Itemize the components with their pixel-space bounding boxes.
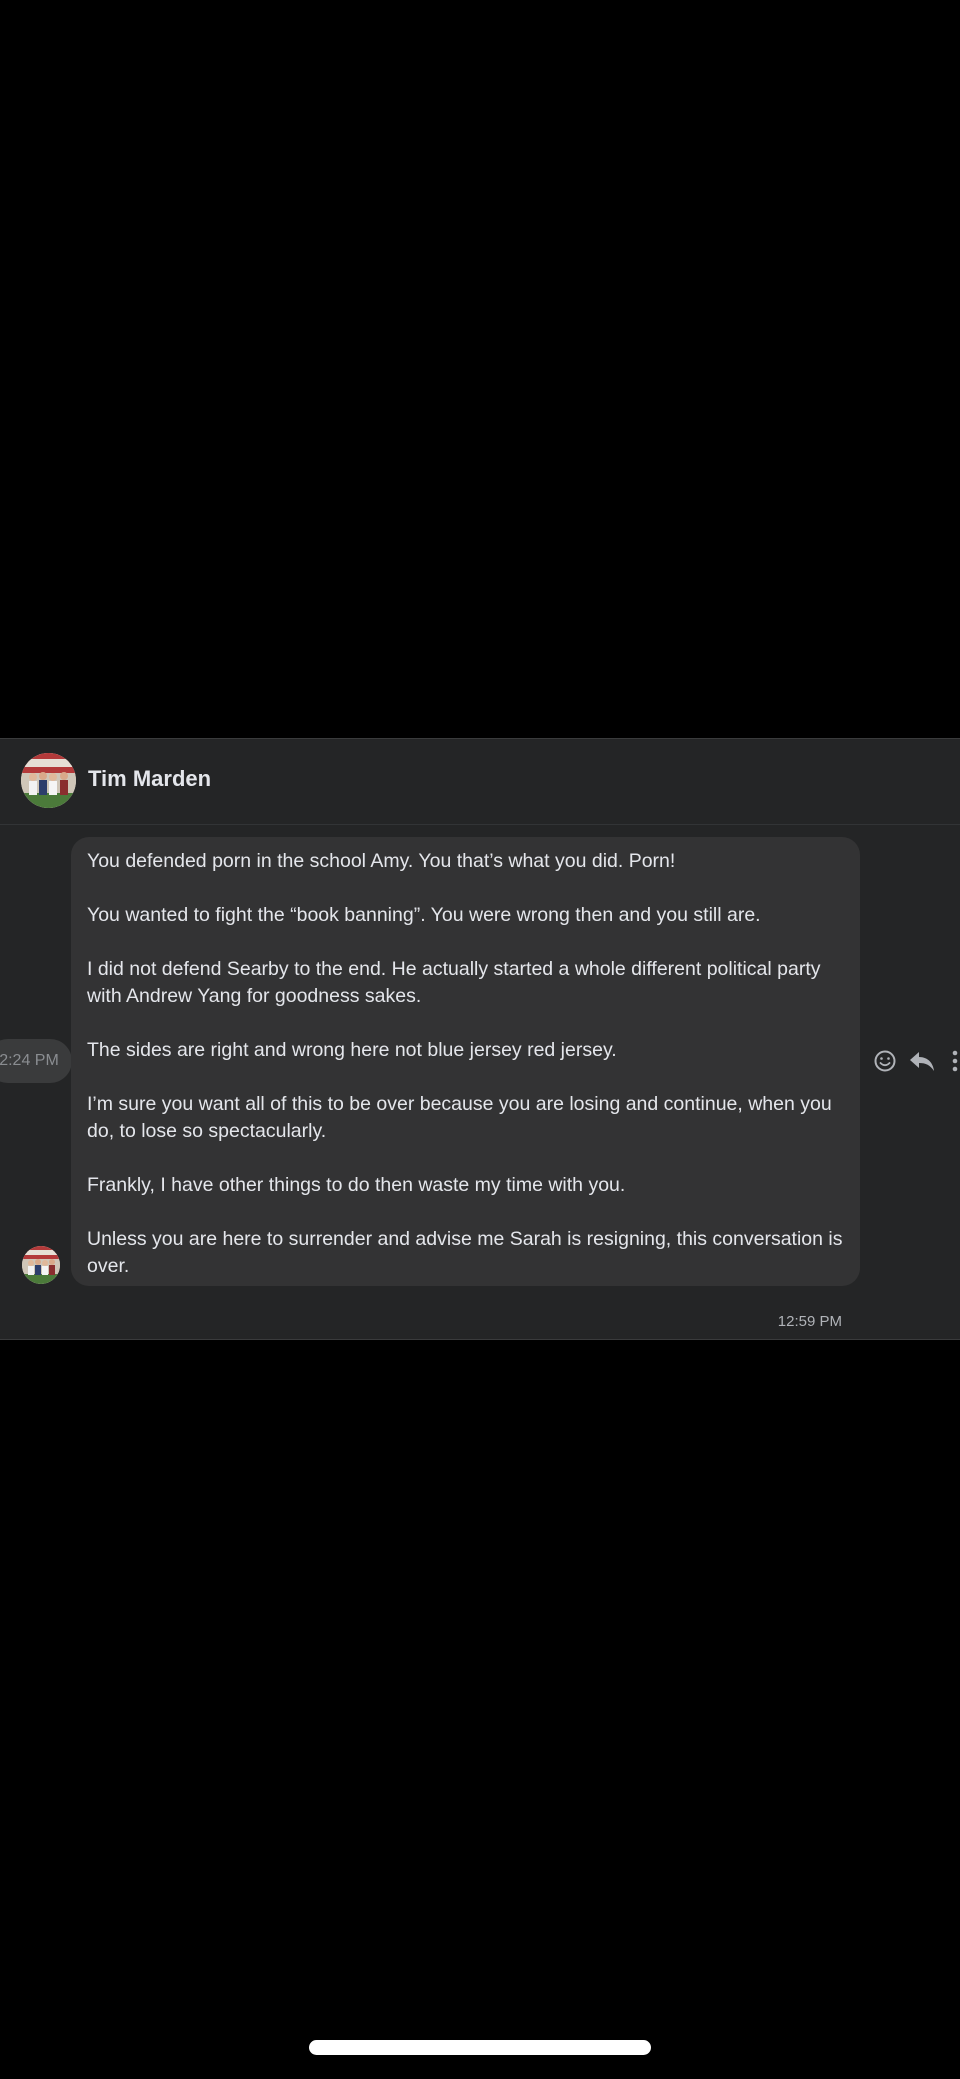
group-photo-image — [22, 1246, 60, 1284]
home-indicator[interactable] — [309, 2040, 651, 2055]
message-paragraph: I’m sure you want all of this to be over… — [87, 1093, 832, 1142]
more-options-icon[interactable] — [950, 1047, 960, 1075]
message-paragraph: You wanted to fight the “book banning”. … — [87, 904, 761, 926]
message-paragraph: Frankly, I have other things to do then … — [87, 1174, 626, 1196]
contact-avatar[interactable] — [21, 753, 76, 808]
message-timestamp: 12:59 PM — [777, 1313, 842, 1330]
reply-arrow-icon[interactable] — [908, 1047, 934, 1075]
chat-header: Tim Marden — [0, 739, 960, 825]
message-paragraph: You defended porn in the school Amy. You… — [87, 850, 676, 872]
message-paragraph: The sides are right and wrong here not b… — [87, 1039, 617, 1061]
message-paragraph: Unless you are here to surrender and adv… — [87, 1228, 843, 1277]
group-photo-image — [21, 753, 76, 808]
message-paragraph: I did not defend Searby to the end. He a… — [87, 958, 821, 1007]
smiley-react-icon[interactable] — [872, 1047, 898, 1075]
previous-message-timestamp: 2:24 PM — [0, 1039, 72, 1083]
message-bubble[interactable]: You defended porn in the school Amy. You… — [71, 837, 860, 1286]
sender-avatar[interactable] — [22, 1246, 60, 1284]
chat-window: Tim Marden 2:24 PM You defended porn in … — [0, 738, 960, 1340]
contact-name[interactable]: Tim Marden — [88, 766, 211, 792]
message-actions — [872, 1047, 960, 1077]
